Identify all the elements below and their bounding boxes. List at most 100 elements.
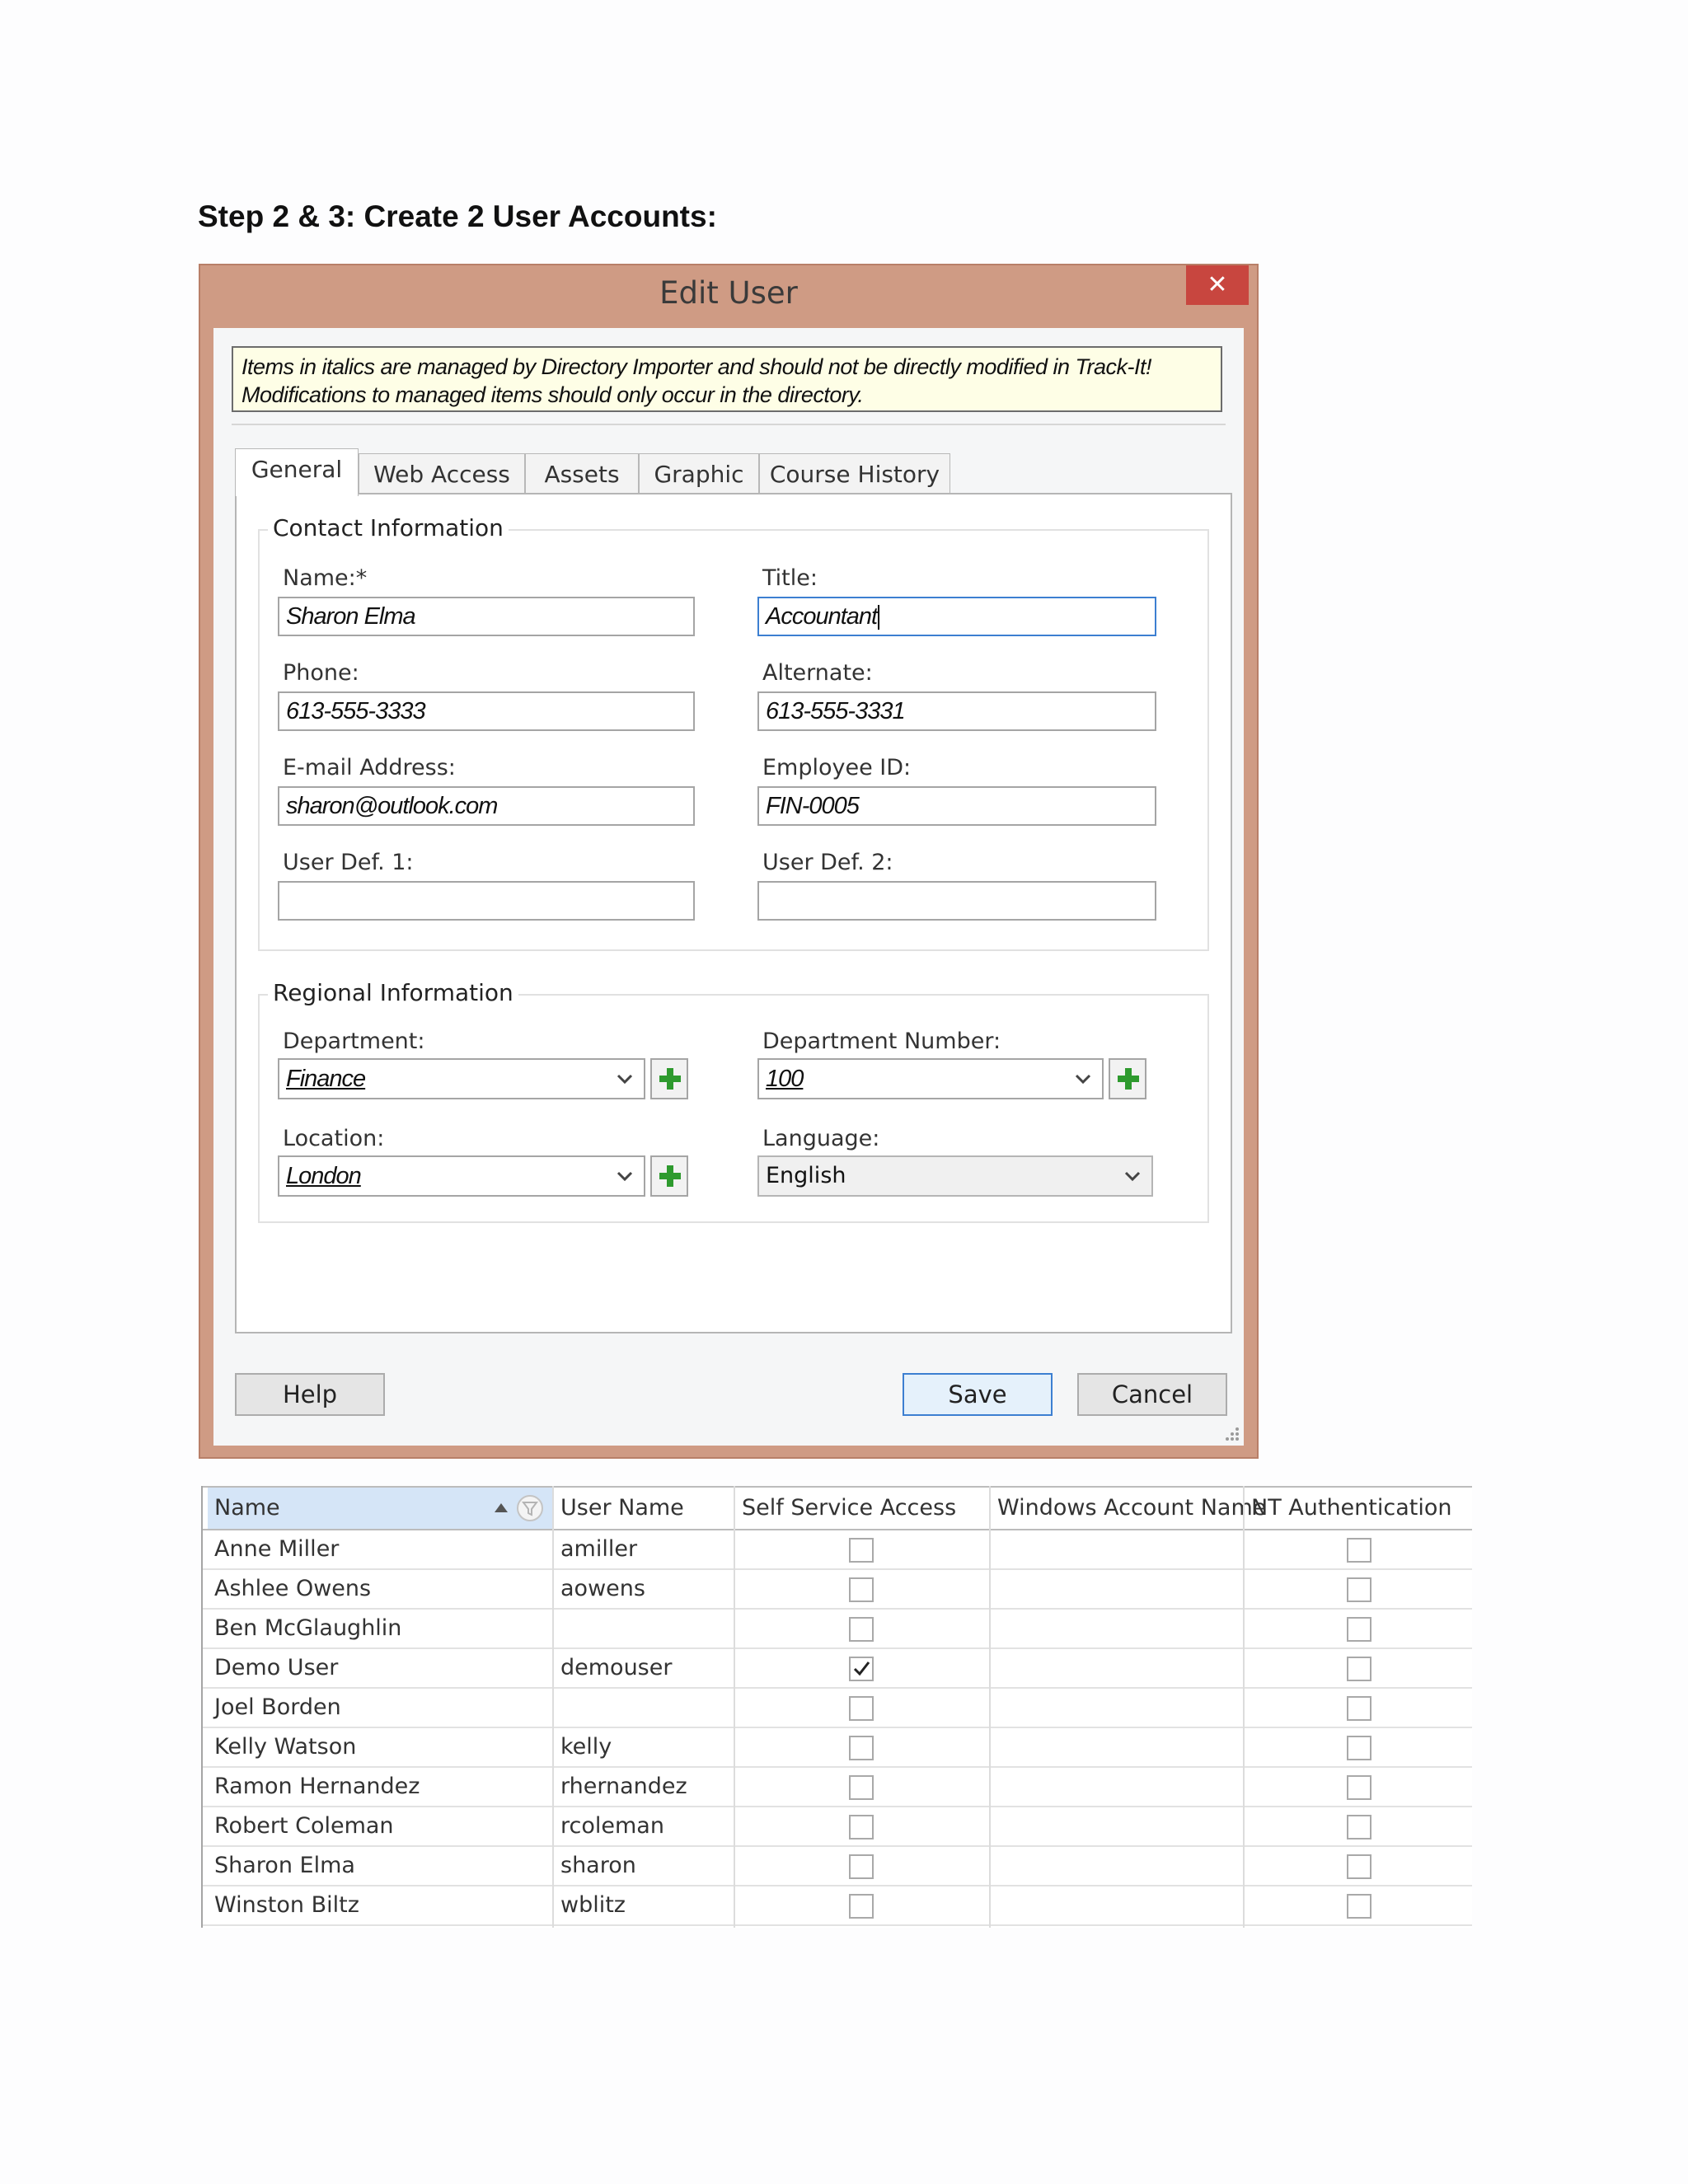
self-service-checkbox[interactable] [849, 1736, 874, 1760]
cell-name: Sharon Elma [214, 1853, 355, 1878]
filter-icon[interactable] [516, 1494, 544, 1522]
cell-name: Anne Miller [214, 1536, 340, 1562]
alternate-label: Alternate: [762, 660, 873, 686]
chevron-down-icon [1075, 1074, 1091, 1085]
department-combo[interactable]: Finance [278, 1058, 645, 1099]
employee-id-field[interactable]: FIN-0005 [757, 786, 1156, 826]
column-header-user-name[interactable]: User Name [554, 1488, 734, 1529]
self-service-checkbox[interactable] [849, 1657, 874, 1681]
title-field[interactable]: Accountant [757, 597, 1156, 636]
cancel-button[interactable]: Cancel [1077, 1373, 1227, 1416]
location-combo[interactable]: London [278, 1155, 645, 1197]
phone-field[interactable]: 613-555-3333 [278, 691, 695, 731]
nt-authentication-checkbox[interactable] [1347, 1696, 1372, 1721]
nt-authentication-checkbox[interactable] [1347, 1854, 1372, 1879]
cell-user-name: sharon [560, 1853, 636, 1878]
cell-windows-account-name [991, 1886, 997, 1924]
name-field[interactable]: Sharon Elma [278, 597, 695, 636]
self-service-checkbox[interactable] [849, 1854, 874, 1879]
alternate-field[interactable]: 613-555-3331 [757, 691, 1156, 731]
cell-name: Demo User [214, 1655, 339, 1680]
cell-windows-account-name [991, 1570, 997, 1608]
cell-name: Winston Biltz [214, 1892, 359, 1918]
add-location-button[interactable] [650, 1155, 688, 1197]
cell-user-name: kelly [560, 1734, 612, 1760]
cell-user-name: wblitz [560, 1892, 626, 1918]
self-service-checkbox[interactable] [849, 1617, 874, 1642]
close-button[interactable]: ✕ [1186, 265, 1249, 305]
nt-authentication-checkbox[interactable] [1347, 1538, 1372, 1563]
nt-authentication-checkbox[interactable] [1347, 1577, 1372, 1602]
regional-information-group: Regional Information Department: Finance… [258, 979, 1209, 1223]
table-row[interactable]: Winston Biltz wblitz [203, 1886, 1472, 1926]
language-combo[interactable]: English [757, 1155, 1153, 1197]
table-row[interactable]: Robert Coleman rcoleman [203, 1807, 1472, 1847]
title-field-value: Accountant [766, 603, 878, 630]
plus-icon [1118, 1068, 1139, 1090]
nt-authentication-checkbox[interactable] [1347, 1894, 1372, 1919]
table-row[interactable]: Ramon Hernandez rhernandez [203, 1768, 1472, 1807]
plus-icon [659, 1165, 681, 1187]
user-def-1-label: User Def. 1: [283, 850, 414, 875]
column-header-nt-authentication[interactable]: NT Authentication [1245, 1488, 1472, 1529]
column-header-name[interactable]: Name [208, 1488, 552, 1529]
self-service-checkbox[interactable] [849, 1577, 874, 1602]
email-label: E-mail Address: [283, 755, 456, 780]
user-def-2-field[interactable] [757, 881, 1156, 921]
cell-user-name: amiller [560, 1536, 638, 1562]
notice-line-1: Items in italics are managed by Director… [241, 354, 1152, 379]
table-row[interactable]: Demo User demouser [203, 1649, 1472, 1689]
cell-windows-account-name [991, 1649, 997, 1687]
column-header-self-service-access[interactable]: Self Service Access [735, 1488, 989, 1529]
table-row[interactable]: Kelly Watson kelly [203, 1728, 1472, 1768]
tab-assets[interactable]: Assets [525, 453, 639, 494]
cell-name: Ben McGlaughlin [214, 1615, 402, 1641]
add-department-button[interactable] [650, 1058, 688, 1099]
table-row[interactable]: Sharon Elma sharon [203, 1847, 1472, 1886]
column-header-windows-account-name[interactable]: Windows Account Name [991, 1488, 1266, 1529]
nt-authentication-checkbox[interactable] [1347, 1657, 1372, 1681]
department-value: Finance [286, 1066, 366, 1092]
self-service-checkbox[interactable] [849, 1775, 874, 1800]
checkmark-icon [853, 1661, 870, 1676]
nt-authentication-checkbox[interactable] [1347, 1736, 1372, 1760]
nt-authentication-checkbox[interactable] [1347, 1815, 1372, 1840]
department-number-combo[interactable]: 100 [757, 1058, 1104, 1099]
contact-information-title: Contact Information [268, 514, 509, 541]
separator [232, 424, 1226, 425]
tab-web-access[interactable]: Web Access [359, 453, 525, 494]
user-def-1-field[interactable] [278, 881, 695, 921]
column-divider [552, 1486, 554, 1928]
cell-name: Kelly Watson [214, 1734, 357, 1760]
regional-information-title: Regional Information [268, 979, 518, 1006]
tab-course-history[interactable]: Course History [759, 453, 950, 494]
table-row[interactable]: Ben McGlaughlin [203, 1610, 1472, 1649]
users-grid: Name User Name Self Service Access Windo… [201, 1486, 1472, 1928]
table-row[interactable]: Anne Miller amiller [203, 1530, 1472, 1570]
self-service-checkbox[interactable] [849, 1538, 874, 1563]
location-label: Location: [283, 1126, 385, 1151]
save-button[interactable]: Save [903, 1373, 1053, 1416]
cell-user-name: rhernandez [560, 1774, 687, 1799]
self-service-checkbox[interactable] [849, 1894, 874, 1919]
resize-grip-icon[interactable] [1222, 1424, 1240, 1442]
plus-icon [659, 1068, 681, 1090]
cell-name: Robert Coleman [214, 1813, 394, 1839]
tab-graphic[interactable]: Graphic [639, 453, 759, 494]
name-label: Name:* [283, 565, 368, 591]
cell-user-name: aowens [560, 1576, 645, 1601]
add-department-number-button[interactable] [1109, 1058, 1146, 1099]
nt-authentication-checkbox[interactable] [1347, 1775, 1372, 1800]
column-divider [1243, 1486, 1245, 1928]
table-row[interactable]: Ashlee Owens aowens [203, 1570, 1472, 1610]
help-button[interactable]: Help [235, 1373, 385, 1416]
self-service-checkbox[interactable] [849, 1815, 874, 1840]
tab-general[interactable]: General [235, 448, 359, 496]
table-row[interactable]: Joel Borden [203, 1689, 1472, 1728]
cell-windows-account-name [991, 1610, 997, 1647]
nt-authentication-checkbox[interactable] [1347, 1617, 1372, 1642]
cell-name: Ashlee Owens [214, 1576, 372, 1601]
self-service-checkbox[interactable] [849, 1696, 874, 1721]
notice-line-2: Modifications to managed items should on… [241, 382, 864, 407]
email-field[interactable]: sharon@outlook.com [278, 786, 695, 826]
